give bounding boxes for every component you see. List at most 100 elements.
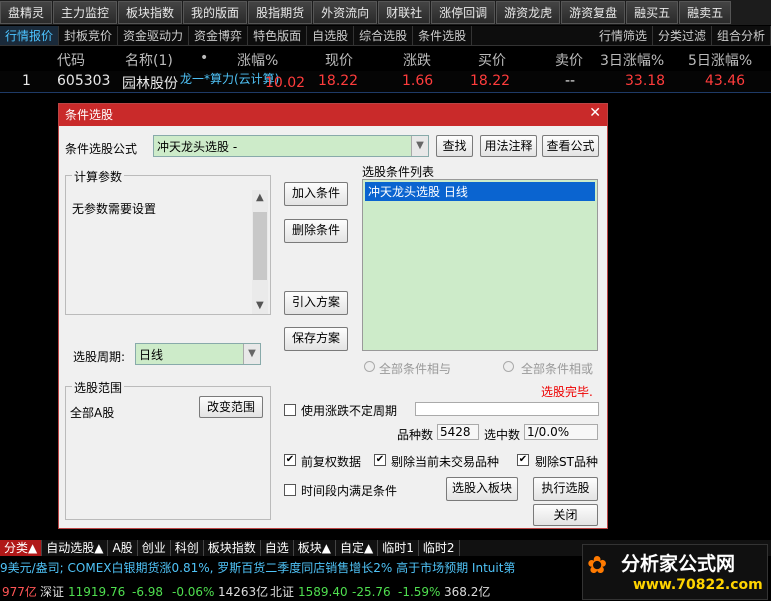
scroll-up-icon[interactable]: ▲	[256, 192, 264, 203]
site-logo: ✿ 分析家公式网 www.70822.com	[582, 544, 768, 600]
adjusted-data-checkbox[interactable]: ✔	[284, 454, 296, 466]
params-text: 无参数需要设置	[72, 202, 157, 216]
tab-3[interactable]: 资金博弈	[189, 26, 249, 45]
col-dot: •	[200, 50, 209, 66]
tab-4[interactable]: 特色版面	[248, 26, 308, 45]
row-pct: 10.02	[265, 75, 306, 91]
col-pct3[interactable]: 3日涨幅%	[600, 50, 664, 70]
toolbar-button-5[interactable]: 外资流向	[313, 1, 378, 24]
row-pct3: 33.18	[625, 73, 666, 89]
scroll-down-icon[interactable]: ▼	[256, 300, 264, 311]
status-sz-pct: -0.06%	[172, 585, 215, 599]
bottom-tab-6[interactable]: 自选	[261, 540, 294, 556]
toolbar-button-0[interactable]: 盘精灵	[0, 1, 53, 24]
row-code: 605303	[57, 73, 111, 89]
st-label: 剔除ST品种	[535, 455, 598, 469]
status-done: 选股完毕.	[541, 385, 593, 399]
selected-value: 1/0.0%	[524, 424, 598, 440]
period-value: 日线	[139, 348, 164, 362]
delete-condition-button[interactable]: 删除条件	[284, 219, 348, 243]
col-bid[interactable]: 买价	[478, 50, 506, 70]
adjusted-data-label: 前复权数据	[301, 455, 362, 469]
status-bz-index: 1589.40	[298, 585, 348, 599]
bottom-tab-5[interactable]: 板块指数	[204, 540, 261, 556]
bottom-tab-8[interactable]: 自定▲	[336, 540, 379, 556]
logo-url: www.70822.com	[633, 577, 763, 593]
tab-1[interactable]: 封板竞价	[59, 26, 119, 45]
toolbar-button-7[interactable]: 涨停回调	[431, 1, 496, 24]
toolbar-button-9[interactable]: 游资复盘	[561, 1, 626, 24]
close-button[interactable]: 关闭	[533, 504, 598, 526]
chevron-down-icon[interactable]: ▼	[243, 344, 260, 364]
progress-bar	[415, 402, 599, 416]
untraded-checkbox[interactable]: ✔	[374, 454, 386, 466]
table-row[interactable]: 1 605303 园林股份 龙一*算力(云计算) 10.02 18.22 1.6…	[0, 71, 771, 93]
col-price[interactable]: 现价	[325, 50, 353, 70]
save-plan-button[interactable]: 保存方案	[284, 327, 348, 351]
bottom-tab-2[interactable]: A股	[108, 540, 138, 556]
col-name[interactable]: 名称(1)	[125, 50, 173, 70]
toolbar-button-2[interactable]: 板块指数	[118, 1, 183, 24]
toolbar-button-10[interactable]: 融买五	[626, 1, 679, 24]
dialog-title: 条件选股	[59, 104, 607, 126]
tab-7[interactable]: 条件选股	[413, 26, 473, 45]
bottom-tab-0[interactable]: 分类▲	[0, 540, 43, 556]
params-scrollbar[interactable]: ▲ ▼	[252, 190, 268, 314]
formula-select[interactable]: 冲天龙头选股 - ▼	[153, 135, 429, 157]
status-bz-chg: -25.76	[352, 585, 391, 599]
time-range-checkbox[interactable]	[284, 484, 296, 496]
tab-6[interactable]: 综合选股	[354, 26, 414, 45]
row-index: 1	[22, 73, 31, 89]
execute-button[interactable]: 执行选股	[533, 477, 598, 501]
toolbar-button-11[interactable]: 融卖五	[679, 1, 732, 24]
status-sz-chg: -6.98	[132, 585, 164, 599]
tab-right-1[interactable]: 分类过滤	[653, 26, 712, 45]
close-icon[interactable]: ✕	[589, 105, 601, 121]
bottom-tab-9[interactable]: 临时1	[378, 540, 419, 556]
condition-list[interactable]: 冲天龙头选股 日线	[362, 179, 598, 351]
toolbar-button-6[interactable]: 财联社	[378, 1, 431, 24]
bottom-tab-4[interactable]: 科创	[171, 540, 204, 556]
toolbar-button-4[interactable]: 股指期货	[248, 1, 313, 24]
scroll-thumb[interactable]	[253, 212, 267, 280]
tab-right-2[interactable]: 组合分析	[712, 26, 771, 45]
period-label: 选股周期:	[73, 350, 126, 364]
formula-label: 条件选股公式	[65, 142, 138, 156]
find-button[interactable]: 查找	[436, 135, 473, 157]
bottom-tab-1[interactable]: 自动选股▲	[42, 540, 109, 556]
tab-2[interactable]: 资金驱动力	[118, 26, 190, 45]
col-pct5[interactable]: 5日涨幅%	[688, 50, 752, 70]
toolbar-button-1[interactable]: 主力监控	[53, 1, 118, 24]
list-item[interactable]: 冲天龙头选股 日线	[365, 182, 595, 201]
selected-label: 选中数	[484, 428, 521, 442]
bottom-tab-10[interactable]: 临时2	[419, 540, 460, 556]
bottom-tab-3[interactable]: 创业	[138, 540, 171, 556]
change-range-button[interactable]: 改变范围	[199, 396, 263, 418]
col-ask[interactable]: 卖价	[555, 50, 583, 70]
radio-or[interactable]	[503, 361, 514, 372]
import-plan-button[interactable]: 引入方案	[284, 291, 348, 315]
col-pct[interactable]: 涨幅%	[237, 50, 278, 70]
top-toolbar: 盘精灵 主力监控 板块指数 我的版面 股指期货 外资流向 财联社 涨停回调 游资龙虎 游资复盘 融买…	[0, 0, 771, 25]
toolbar-button-3[interactable]: 我的版面	[183, 1, 248, 24]
untraded-label: 剔除当前未交易品种	[391, 455, 500, 469]
usage-button[interactable]: 用法注释	[480, 135, 537, 157]
chevron-down-icon[interactable]: ▼	[411, 136, 428, 156]
st-checkbox[interactable]: ✔	[517, 454, 529, 466]
period-select[interactable]: 日线 ▼	[135, 343, 261, 365]
tab-5[interactable]: 自选股	[307, 26, 355, 45]
tab-right-0[interactable]: 行情筛选	[594, 26, 653, 45]
add-to-board-button[interactable]: 选股入板块	[446, 477, 518, 501]
add-condition-button[interactable]: 加入条件	[284, 182, 348, 206]
formula-value: 冲天龙头选股 -	[157, 140, 238, 154]
bottom-tab-7[interactable]: 板块▲	[294, 540, 336, 556]
unfixed-period-checkbox[interactable]	[284, 404, 296, 416]
radio-and[interactable]	[364, 361, 375, 372]
col-chg[interactable]: 涨跌	[403, 50, 431, 70]
row-pct5: 43.46	[705, 73, 746, 89]
col-code[interactable]: 代码	[57, 50, 85, 70]
tab-0[interactable]: 行情报价	[0, 26, 60, 45]
view-formula-button[interactable]: 查看公式	[542, 135, 599, 157]
time-range-label: 时间段内满足条件	[301, 484, 398, 498]
toolbar-button-8[interactable]: 游资龙虎	[496, 1, 561, 24]
